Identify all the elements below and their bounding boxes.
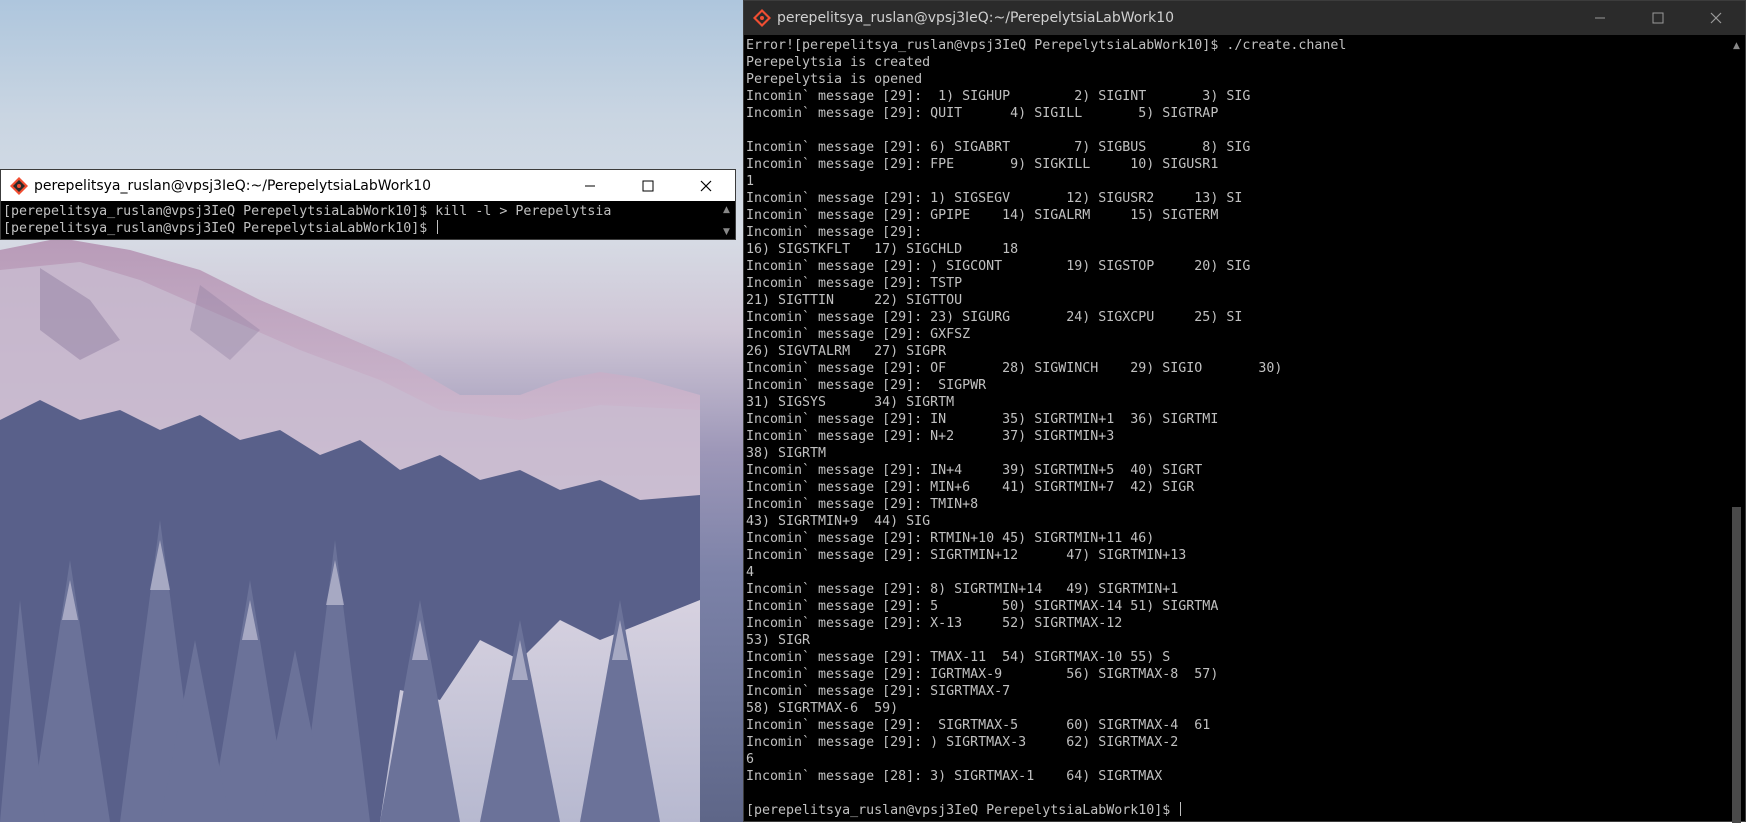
terminal-line: 38) SIGRTM — [746, 446, 827, 461]
close-button[interactable] — [677, 170, 735, 201]
terminal-line: Incomin` message [29]: 8) SIGRTMIN+14 49… — [746, 582, 1179, 597]
terminal-line: Incomin` message [29]: 5 50) SIGRTMAX-14… — [746, 599, 1219, 614]
terminal-line: Incomin` message [29]: 1) SIGSEGV 12) SI… — [746, 191, 1243, 206]
right-window-titlebar[interactable]: perepelitsya_ruslan@vpsj3IeQ:~/Perepelyt… — [744, 1, 1745, 35]
maximize-icon — [642, 180, 654, 191]
right-terminal-window[interactable]: perepelitsya_ruslan@vpsj3IeQ:~/Perepelyt… — [743, 0, 1746, 823]
close-button[interactable] — [1687, 1, 1745, 35]
terminal-line: Incomin` message [29]: OF 28) SIGWINCH 2… — [746, 361, 1283, 376]
terminal-line: 31) SIGSYS 34) SIGRTM — [746, 395, 955, 410]
scroll-down-arrow-icon[interactable]: ▼ — [718, 225, 735, 239]
terminal-line: Perepelytsia is created — [746, 55, 931, 70]
git-bash-icon — [753, 9, 771, 27]
terminal-line: Incomin` message [29]: RTMIN+10 45) SIGR… — [746, 531, 1155, 546]
terminal-line: Incomin` message [29]: FPE 9) SIGKILL 10… — [746, 157, 1219, 172]
text-cursor — [1180, 802, 1182, 816]
terminal-line: Incomin` message [28]: 3) SIGRTMAX-1 64)… — [746, 769, 1163, 784]
terminal-line: Incomin` message [29]: N+2 37) SIGRTMIN+… — [746, 429, 1115, 444]
minimize-icon — [585, 185, 595, 186]
terminal-line: 43) SIGRTMIN+9 44) SIG — [746, 514, 931, 529]
right-window-title: perepelitsya_ruslan@vpsj3IeQ:~/Perepelyt… — [777, 10, 1175, 26]
maximize-icon — [1652, 12, 1664, 24]
terminal-line: 21) SIGTTIN 22) SIGTTOU — [746, 293, 963, 308]
terminal-line: Incomin` message [29]: IGRTMAX-9 56) SIG… — [746, 667, 1219, 682]
terminal-line: 26) SIGVTALRM 27) SIGPR — [746, 344, 947, 359]
terminal-line: Incomin` message [29]: TSTP — [746, 276, 963, 291]
terminal-line: Incomin` message [29]: 23) SIGURG 24) SI… — [746, 310, 1243, 325]
close-icon — [1710, 12, 1722, 24]
terminal-line: Incomin` message [29]: TMIN+8 — [746, 497, 979, 512]
terminal-line: [perepelitsya_ruslan@vpsj3IeQ Perepelyts… — [3, 220, 717, 237]
terminal-line: [perepelitsya_ruslan@vpsj3IeQ Perepelyts… — [746, 802, 1727, 819]
left-terminal-output[interactable]: [perepelitsya_ruslan@vpsj3IeQ Perepelyts… — [3, 203, 717, 239]
left-window-title: perepelitsya_ruslan@vpsj3IeQ:~/Perepelyt… — [34, 177, 432, 194]
minimize-button[interactable] — [1571, 1, 1629, 35]
right-scrollbar[interactable]: ▲ — [1728, 37, 1745, 823]
git-bash-icon — [10, 176, 28, 195]
maximize-button[interactable] — [619, 170, 677, 201]
terminal-line: 4 — [746, 565, 755, 580]
terminal-line: Error![perepelitsya_ruslan@vpsj3IeQ Pere… — [746, 38, 1347, 53]
terminal-line: Incomin` message [29]: GXFSZ — [746, 327, 971, 342]
minimize-button[interactable] — [561, 170, 619, 201]
terminal-line: Incomin` message [29]: SIGPWR — [746, 378, 987, 393]
terminal-line: Incomin` message [29]: 1) SIGHUP 2) SIGI… — [746, 89, 1251, 104]
terminal-line: Incomin` message [29]: ) SIGCONT 19) SIG… — [746, 259, 1251, 274]
terminal-line: 58) SIGRTMAX-6 59) — [746, 701, 899, 716]
terminal-line: 53) SIGR — [746, 633, 811, 648]
scrollbar-thumb[interactable] — [1732, 507, 1741, 823]
terminal-line: Incomin` message [29]: IN+4 39) SIGRTMIN… — [746, 463, 1203, 478]
maximize-button[interactable] — [1629, 1, 1687, 35]
terminal-line: Incomin` message [29]: 6) SIGABRT 7) SIG… — [746, 140, 1251, 155]
left-scrollbar[interactable]: ▲ ▼ — [718, 203, 735, 239]
terminal-line: Incomin` message [29]: SIGRTMAX-7 — [746, 684, 1011, 699]
terminal-line: [perepelitsya_ruslan@vpsj3IeQ Perepelyts… — [3, 204, 612, 219]
terminal-line: Incomin` message [29]: X-13 52) SIGRTMAX… — [746, 616, 1123, 631]
minimize-icon — [1595, 17, 1605, 19]
left-window-titlebar[interactable]: perepelitsya_ruslan@vpsj3IeQ:~/Perepelyt… — [1, 170, 735, 201]
terminal-line: 6 — [746, 752, 755, 767]
scroll-up-arrow-icon[interactable]: ▲ — [718, 203, 735, 217]
terminal-line: Incomin` message [29]: SIGRTMIN+12 47) S… — [746, 548, 1187, 563]
terminal-line: Incomin` message [29]: QUIT 4) SIGILL 5)… — [746, 106, 1219, 121]
terminal-line: 1 — [746, 174, 755, 189]
terminal-line: Perepelytsia is opened — [746, 72, 923, 87]
terminal-line: Incomin` message [29]: TMAX-11 54) SIGRT… — [746, 650, 1171, 665]
right-terminal-output[interactable]: Error![perepelitsya_ruslan@vpsj3IeQ Pere… — [746, 37, 1727, 821]
terminal-line: Incomin` message [29]: MIN+6 41) SIGRTMI… — [746, 480, 1195, 495]
terminal-line: Incomin` message [29]: IN 35) SIGRTMIN+1… — [746, 412, 1219, 427]
scroll-up-arrow-icon[interactable]: ▲ — [1728, 39, 1745, 53]
close-icon — [700, 180, 712, 191]
terminal-line: Incomin` message [29]: — [746, 225, 931, 240]
terminal-line: Incomin` message [29]: GPIPE 14) SIGALRM… — [746, 208, 1219, 223]
terminal-line: 16) SIGSTKFLT 17) SIGCHLD 18 — [746, 242, 1019, 257]
terminal-line: Incomin` message [29]: ) SIGRTMAX-3 62) … — [746, 735, 1179, 750]
terminal-line: Incomin` message [29]: SIGRTMAX-5 60) SI… — [746, 718, 1211, 733]
text-cursor — [437, 220, 439, 234]
left-terminal-window[interactable]: perepelitsya_ruslan@vpsj3IeQ:~/Perepelyt… — [0, 169, 736, 240]
